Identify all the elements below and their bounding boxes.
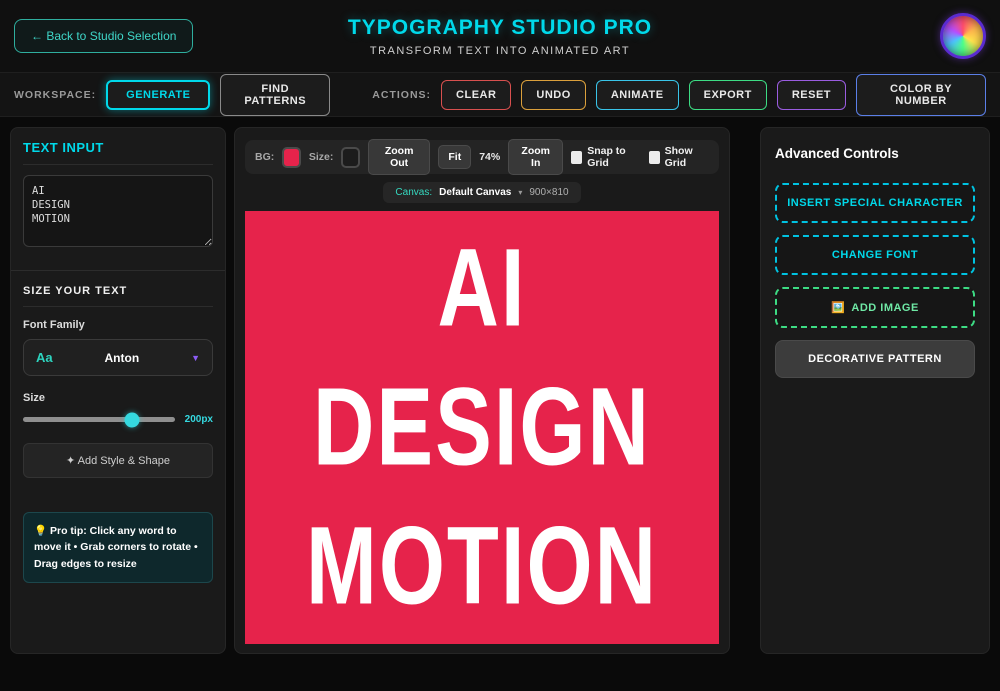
decorative-pattern-label: DECORATIVE PATTERN bbox=[808, 353, 942, 365]
show-grid-checkbox[interactable] bbox=[649, 151, 660, 164]
actions-label: ACTIONS: bbox=[372, 89, 431, 101]
advanced-controls-panel: Advanced Controls INSERT SPECIAL CHARACT… bbox=[760, 127, 990, 654]
back-to-studio-selection-button[interactable]: ← Back to Studio Selection bbox=[14, 19, 193, 53]
chevron-down-icon: ▾ bbox=[518, 188, 522, 197]
size-color-swatch[interactable] bbox=[341, 147, 360, 168]
canvas-name: Default Canvas bbox=[439, 187, 511, 198]
image-icon: 🖼️ bbox=[831, 301, 845, 314]
find-patterns-button[interactable]: FIND PATTERNS bbox=[220, 74, 330, 116]
insert-special-character-button[interactable]: INSERT SPECIAL CHARACTER bbox=[775, 183, 975, 223]
clear-button[interactable]: CLEAR bbox=[441, 80, 511, 110]
pro-tip-text: Pro tip: Click any word to move it • Gra… bbox=[34, 525, 198, 570]
pro-tip: 💡 Pro tip: Click any word to move it • G… bbox=[23, 512, 213, 583]
show-grid-row: Show Grid bbox=[649, 145, 709, 169]
size-slider-thumb[interactable] bbox=[125, 412, 140, 427]
header: ← Back to Studio Selection TYPOGRAPHY ST… bbox=[0, 0, 1000, 72]
size-slider[interactable] bbox=[23, 417, 175, 422]
font-family-label: Font Family bbox=[23, 319, 213, 331]
generate-button[interactable]: GENERATE bbox=[106, 80, 210, 110]
canvas-dimensions: 900×810 bbox=[529, 187, 568, 198]
reset-button[interactable]: RESET bbox=[777, 80, 846, 110]
canvas-select[interactable]: Canvas: Default Canvas ▾ 900×810 bbox=[383, 182, 580, 203]
undo-button[interactable]: UNDO bbox=[521, 80, 585, 110]
size-slider-row: 200px bbox=[23, 414, 213, 425]
add-image-button[interactable]: 🖼️ ADD IMAGE bbox=[775, 287, 975, 328]
canvas-label: Canvas: bbox=[395, 187, 432, 198]
text-input-title: TEXT INPUT bbox=[23, 140, 213, 165]
decorative-pattern-button[interactable]: DECORATIVE PATTERN bbox=[775, 340, 975, 378]
animate-button[interactable]: ANIMATE bbox=[596, 80, 679, 110]
app-logo bbox=[940, 13, 986, 59]
advanced-controls-title: Advanced Controls bbox=[775, 146, 975, 161]
lightbulb-icon: 💡 bbox=[34, 525, 47, 537]
export-button[interactable]: EXPORT bbox=[689, 80, 767, 110]
fit-button[interactable]: Fit bbox=[438, 145, 471, 169]
show-grid-label: Show Grid bbox=[665, 145, 709, 169]
main-toolbar: WORKSPACE: GENERATE FIND PATTERNS ACTION… bbox=[0, 72, 1000, 117]
add-style-shape-button[interactable]: ✦ Add Style & Shape bbox=[23, 443, 213, 478]
color-by-number-button[interactable]: COLOR BY NUMBER bbox=[856, 74, 986, 116]
snap-to-grid-row: Snap to Grid bbox=[571, 145, 640, 169]
canvas-text-line[interactable]: MOTION bbox=[306, 511, 658, 622]
add-image-label: ADD IMAGE bbox=[851, 302, 918, 314]
canvas-area[interactable]: AI DESIGN MOTION bbox=[245, 211, 719, 644]
font-icon: Aa bbox=[36, 350, 53, 365]
change-font-button[interactable]: CHANGE FONT bbox=[775, 235, 975, 275]
canvas-toolbar: BG: Size: Zoom Out Fit 74% Zoom In Snap … bbox=[245, 140, 719, 174]
workspace-label: WORKSPACE: bbox=[14, 89, 96, 101]
chevron-down-icon: ▼ bbox=[191, 353, 200, 363]
insert-special-character-label: INSERT SPECIAL CHARACTER bbox=[787, 197, 963, 209]
zoom-out-button[interactable]: Zoom Out bbox=[368, 139, 430, 175]
size-your-text-title: SIZE YOUR TEXT bbox=[23, 271, 213, 307]
canvas-size-label: Size: bbox=[309, 151, 334, 163]
canvas-panel: BG: Size: Zoom Out Fit 74% Zoom In Snap … bbox=[234, 127, 730, 654]
text-input-textarea[interactable]: AI DESIGN MOTION bbox=[23, 175, 213, 247]
bg-color-swatch[interactable] bbox=[282, 147, 301, 168]
canvas-text-line[interactable]: AI bbox=[438, 233, 527, 344]
size-value: 200px bbox=[185, 414, 213, 425]
zoom-level: 74% bbox=[479, 151, 500, 163]
font-family-select[interactable]: Aa Anton ▼ bbox=[23, 339, 213, 376]
snap-to-grid-checkbox[interactable] bbox=[571, 151, 582, 164]
snap-to-grid-label: Snap to Grid bbox=[587, 145, 640, 169]
app-window: ← Back to Studio Selection TYPOGRAPHY ST… bbox=[0, 0, 1000, 691]
bg-label: BG: bbox=[255, 151, 274, 163]
font-name: Anton bbox=[53, 351, 191, 365]
left-sidebar: TEXT INPUT AI DESIGN MOTION SIZE YOUR TE… bbox=[10, 127, 226, 654]
zoom-in-button[interactable]: Zoom In bbox=[508, 139, 563, 175]
canvas-text-line[interactable]: DESIGN bbox=[313, 372, 651, 483]
main-content: TEXT INPUT AI DESIGN MOTION SIZE YOUR TE… bbox=[0, 117, 1000, 662]
change-font-label: CHANGE FONT bbox=[832, 249, 918, 261]
size-label: Size bbox=[23, 392, 213, 404]
